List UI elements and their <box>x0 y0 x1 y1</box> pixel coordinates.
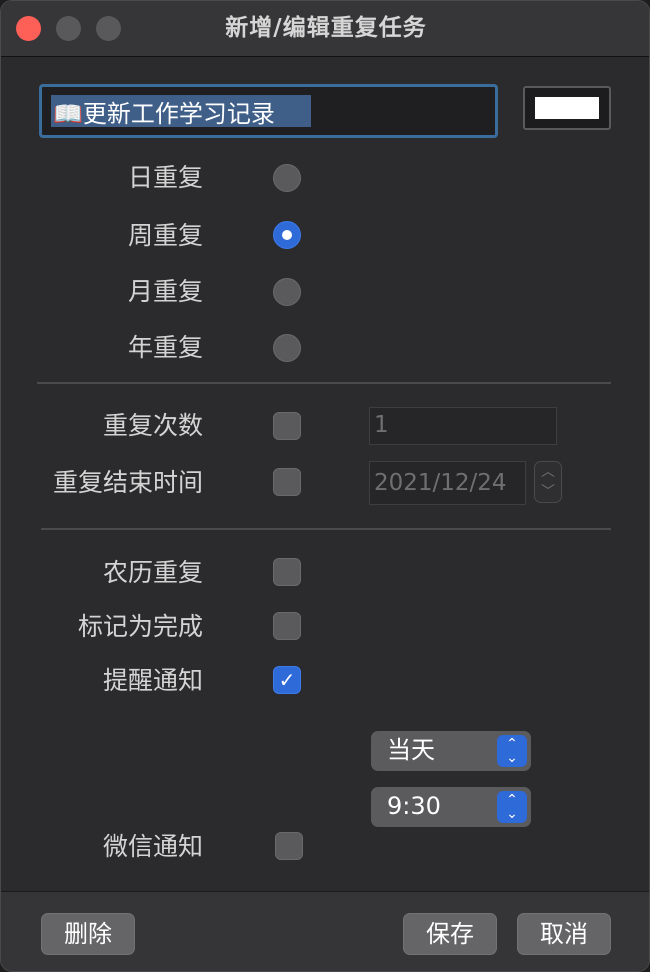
checkmark-icon: ✓ <box>278 668 296 692</box>
mark-complete-checkbox[interactable] <box>273 612 301 640</box>
color-swatch <box>535 97 599 119</box>
edit-repeat-task-window: 新增/编辑重复任务 日重复 周重复 月重复 年重复 重复次数 1 重复结束时间 … <box>0 0 650 972</box>
repeat-count-checkbox[interactable] <box>273 412 301 440</box>
yearly-repeat-radio[interactable] <box>273 334 301 362</box>
lunar-repeat-label: 农历重复 <box>102 558 203 587</box>
divider-1 <box>37 382 611 384</box>
wechat-notify-checkbox[interactable] <box>275 832 303 860</box>
weekly-repeat-radio[interactable] <box>273 221 301 249</box>
remind-day-value: 当天 <box>387 736 435 764</box>
remind-time-value: 9:30 <box>387 792 441 820</box>
weekly-repeat-label: 周重复 <box>127 221 203 250</box>
daily-repeat-radio[interactable] <box>273 164 301 192</box>
monthly-repeat-label: 月重复 <box>127 277 203 306</box>
monthly-repeat-radio[interactable] <box>273 278 301 306</box>
task-name-field[interactable] <box>39 84 498 138</box>
mark-complete-label: 标记为完成 <box>77 612 203 641</box>
task-color-well[interactable] <box>523 86 611 130</box>
repeat-end-checkbox[interactable] <box>273 468 301 496</box>
chevron-down-icon[interactable]: ﹀ <box>535 482 561 502</box>
repeat-count-input[interactable]: 1 <box>369 407 557 445</box>
lunar-repeat-checkbox[interactable] <box>273 558 301 586</box>
cancel-button[interactable]: 取消 <box>517 913 611 955</box>
end-date-input[interactable]: 2021/12/24 <box>369 461 526 505</box>
up-down-arrows-icon: ⌃ ⌄ <box>497 791 527 823</box>
daily-repeat-label: 日重复 <box>127 163 203 192</box>
up-down-arrows-icon: ⌃ ⌄ <box>497 735 527 767</box>
wechat-notify-label: 微信通知 <box>102 832 203 861</box>
remind-day-select[interactable]: 当天 ⌃ ⌄ <box>371 731 531 771</box>
save-button[interactable]: 保存 <box>403 913 497 955</box>
remind-checkbox[interactable]: ✓ <box>273 666 301 694</box>
divider-2 <box>41 528 611 530</box>
repeat-end-label: 重复结束时间 <box>52 468 203 497</box>
chevron-up-icon[interactable]: ︿ <box>535 462 561 482</box>
repeat-count-label: 重复次数 <box>102 411 203 440</box>
remind-label: 提醒通知 <box>102 666 203 695</box>
delete-button[interactable]: 删除 <box>41 913 135 955</box>
task-name-input[interactable] <box>51 95 311 127</box>
footer-bar: 删除 保存 取消 <box>1 891 649 971</box>
title-bar: 新增/编辑重复任务 <box>1 1 649 57</box>
yearly-repeat-label: 年重复 <box>127 333 203 362</box>
remind-time-select[interactable]: 9:30 ⌃ ⌄ <box>371 787 531 827</box>
window-title: 新增/编辑重复任务 <box>225 15 427 41</box>
end-date-stepper[interactable]: ︿ ﹀ <box>534 461 562 503</box>
